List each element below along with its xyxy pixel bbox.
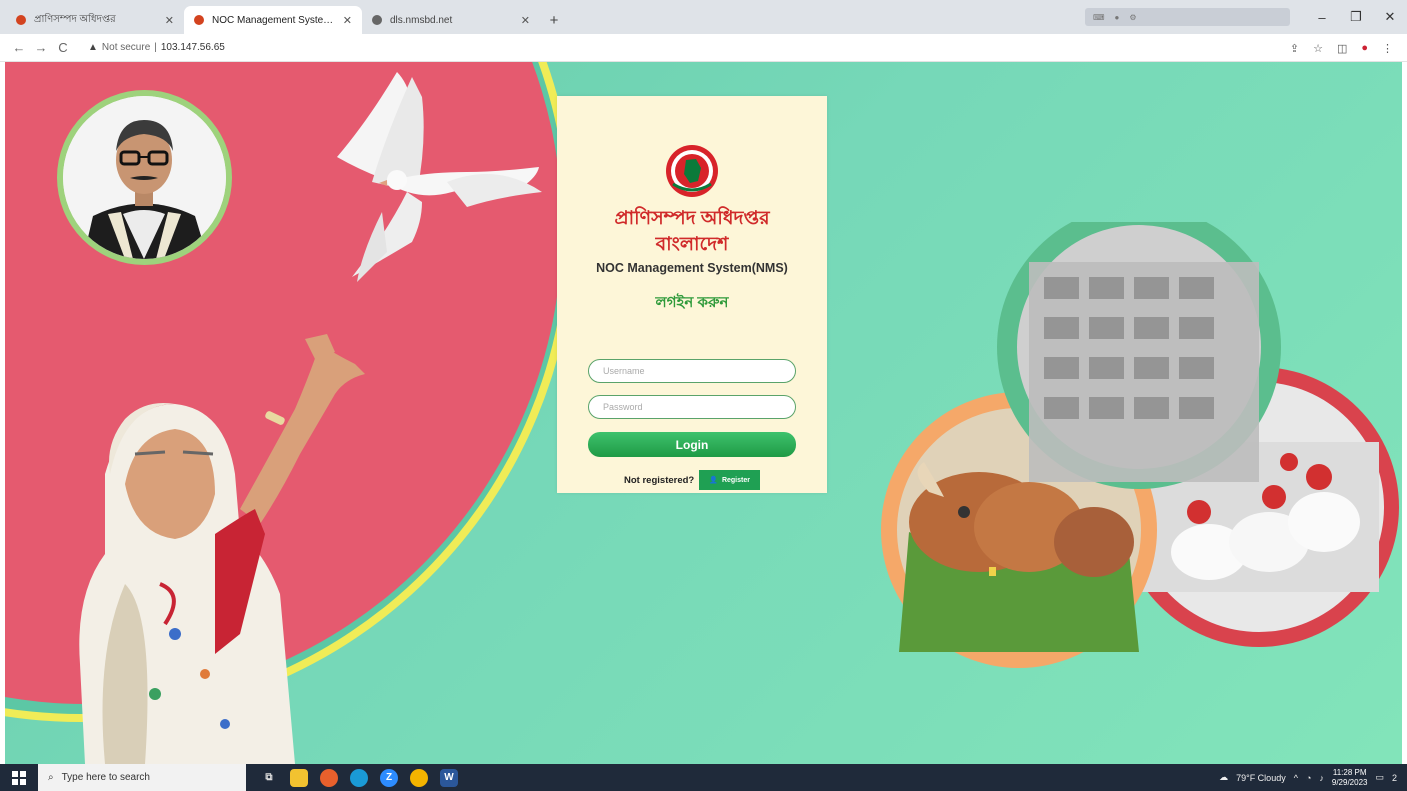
- system-name: NOC Management System(NMS): [596, 261, 788, 275]
- login-heading: লগইন করুন: [655, 294, 729, 311]
- livestock-building-collage: [881, 222, 1399, 668]
- side-panel-icon[interactable]: ◫: [1337, 42, 1347, 55]
- clock[interactable]: 11:28 PM 9/29/2023: [1332, 768, 1368, 788]
- date-text: 9/29/2023: [1331, 777, 1368, 787]
- tab-favicon-icon: [194, 15, 204, 25]
- task-view-icon[interactable]: ⧉: [260, 769, 278, 787]
- volume-icon[interactable]: ♪: [1319, 773, 1324, 783]
- browser-tab-2[interactable]: NOC Management System(NMS) ✕: [184, 6, 362, 34]
- reload-button[interactable]: C: [52, 40, 74, 55]
- tab-close-icon[interactable]: ✕: [521, 14, 530, 27]
- forward-button[interactable]: →: [30, 40, 52, 55]
- register-button[interactable]: 👤 Register: [699, 470, 760, 490]
- new-tab-button[interactable]: +: [540, 6, 568, 34]
- url-field[interactable]: ▲ Not secure | 103.147.56.65: [88, 42, 225, 53]
- user-plus-icon: 👤: [709, 477, 718, 484]
- password-input[interactable]: [588, 395, 796, 419]
- profile-avatar-icon[interactable]: ●: [1361, 42, 1368, 54]
- tab-favicon-icon: [16, 15, 26, 25]
- url-text: 103.147.56.65: [160, 42, 225, 53]
- tab-close-icon[interactable]: ✕: [343, 14, 352, 27]
- tab-favicon-icon: [372, 15, 382, 25]
- register-row: Not registered? 👤 Register: [557, 470, 827, 490]
- restore-button[interactable]: ❐: [1339, 9, 1373, 25]
- dove-illustration: [337, 72, 542, 282]
- office-building-image: [1029, 262, 1259, 482]
- close-window-button[interactable]: ✕: [1373, 9, 1407, 25]
- chrome-icon[interactable]: [410, 768, 428, 787]
- browser-actions: ⇪ ☆ ◫ ● ⋮: [1290, 34, 1393, 62]
- page-viewport: প্রাণিসম্পদ অধিদপ্তর বাংলাদেশ NOC Manage…: [5, 62, 1402, 764]
- windows-taskbar: ⌕ Type here to search ⧉ Z W ☁ 79°F Cloud…: [0, 764, 1407, 791]
- windows-logo-icon: [12, 770, 26, 785]
- window-controls: – ❐ ✕: [1305, 0, 1407, 34]
- search-placeholder: Type here to search: [61, 772, 150, 783]
- bookmark-star-icon[interactable]: ☆: [1313, 42, 1323, 55]
- tab-close-icon[interactable]: ✕: [165, 14, 174, 27]
- cloud-icon: ☁: [1219, 772, 1229, 782]
- browser-tab-1[interactable]: প্রাণিসম্পদ অধিদপ্তর ✕: [6, 6, 184, 34]
- tab-title: NOC Management System(NMS): [212, 14, 337, 26]
- minimize-button[interactable]: –: [1305, 10, 1339, 25]
- taskbar-search[interactable]: ⌕ Type here to search: [38, 764, 246, 791]
- chevron-up-icon[interactable]: ^: [1294, 773, 1298, 783]
- zoom-icon[interactable]: Z: [380, 768, 398, 787]
- login-button[interactable]: Login: [588, 432, 796, 457]
- portrait-image: [63, 96, 226, 259]
- browser-tab-bar: প্রাণিসম্পদ অধিদপ্তর ✕ NOC Management Sy…: [0, 0, 1407, 34]
- warning-icon: ▲: [88, 42, 98, 53]
- time-text: 11:28 PM: [1332, 767, 1367, 777]
- username-input[interactable]: [588, 359, 796, 383]
- notification-icon[interactable]: ▭: [1375, 772, 1384, 783]
- network-icon[interactable]: ◔: [1306, 773, 1311, 783]
- search-icon: ⌕: [48, 772, 54, 783]
- word-icon[interactable]: W: [440, 768, 458, 787]
- start-button[interactable]: [0, 764, 38, 791]
- notification-count: 2: [1391, 772, 1397, 783]
- tab-title: dls.nmsbd.net: [390, 14, 453, 26]
- keyboard-icon: ⌨: [1093, 12, 1105, 22]
- leader-illustration: [79, 334, 365, 764]
- login-card: প্রাণিসম্পদ অধিদপ্তর বাংলাদেশ NOC Manage…: [557, 96, 827, 493]
- menu-dots-icon[interactable]: ⋮: [1382, 42, 1393, 55]
- file-explorer-icon[interactable]: [290, 768, 308, 787]
- security-label: Not secure: [101, 42, 151, 53]
- settings-icon: ⚙: [1129, 12, 1137, 22]
- mic-icon: ●: [1114, 12, 1120, 22]
- government-seal-icon: [666, 145, 718, 197]
- country-name: বাংলাদেশ: [655, 234, 729, 255]
- browser-tab-3[interactable]: dls.nmsbd.net ✕: [362, 6, 540, 34]
- tab-title: প্রাণিসম্পদ অধিদপ্তর: [34, 13, 116, 25]
- weather-text[interactable]: 79°F Cloudy: [1236, 773, 1286, 783]
- firefox-icon[interactable]: [320, 768, 338, 787]
- address-bar: ← → C ▲ Not secure | 103.147.56.65 ⇪ ☆ ◫…: [0, 34, 1407, 62]
- back-button[interactable]: ←: [8, 40, 30, 55]
- language-toolbar: ⌨ ● ⚙: [1085, 8, 1290, 26]
- system-tray: ☁ 79°F Cloudy ^ ◔ ♪ 11:28 PM 9/29/2023 ▭…: [1219, 764, 1407, 791]
- url-separator: |: [154, 42, 157, 53]
- not-registered-text: Not registered?: [624, 474, 695, 486]
- share-icon[interactable]: ⇪: [1290, 42, 1299, 55]
- edge-icon[interactable]: [350, 768, 368, 787]
- pinned-apps: ⧉ Z W: [260, 768, 458, 787]
- register-label: Register: [721, 476, 750, 484]
